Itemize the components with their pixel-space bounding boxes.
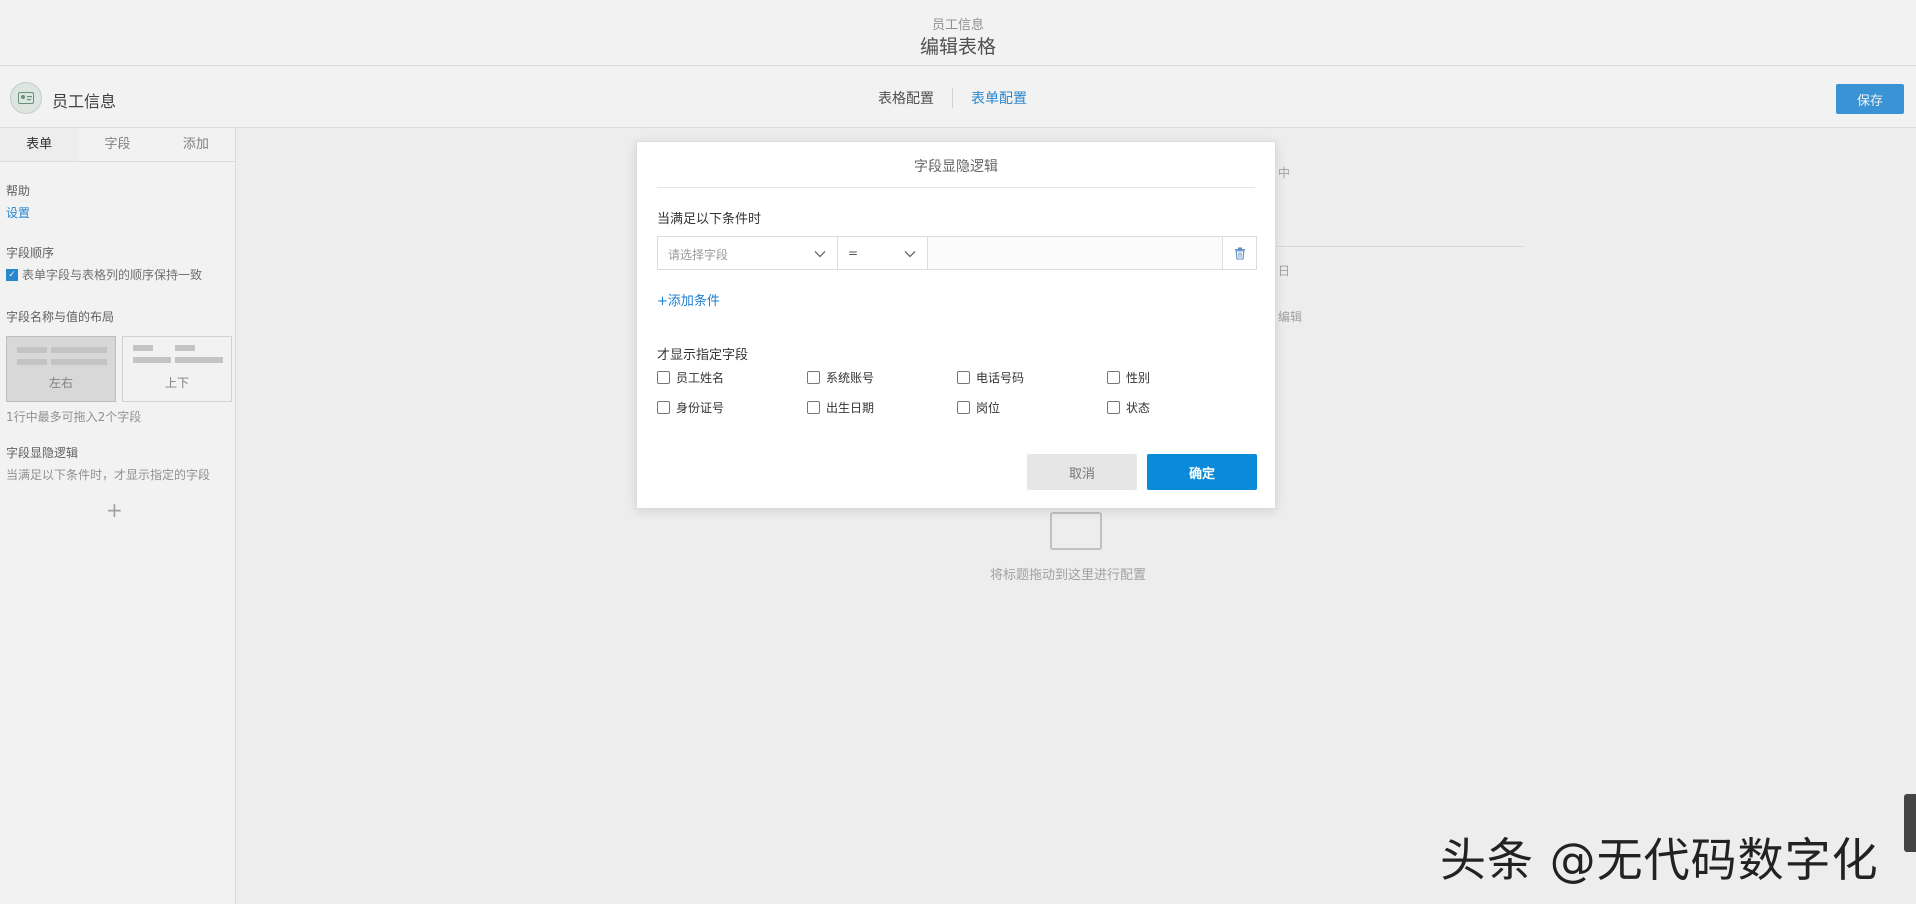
checkbox[interactable] [957,370,970,384]
checkbox[interactable] [1107,370,1120,384]
operator-select[interactable]: = [838,237,928,269]
field-option-label: 员工姓名 [676,370,725,385]
field-option-label: 出生日期 [826,400,875,415]
checkbox[interactable] [807,400,820,414]
watermark: 头条 @无代码数字化 [1440,833,1879,887]
field-option-gender[interactable]: 性别 [1107,368,1257,386]
dialog-title: 字段显隐逻辑 [657,156,1255,188]
field-option-label: 身份证号 [676,400,725,415]
operator-value: = [848,246,859,260]
field-select[interactable]: 请选择字段 [658,237,838,269]
fields-checkbox-grid: 员工姓名 系统账号 电话号码 性别 身份证号 出生日期 岗位 状态 [657,368,1257,416]
checkbox[interactable] [957,400,970,414]
field-select-placeholder: 请选择字段 [668,248,729,262]
confirm-button[interactable]: 确定 [1147,454,1257,490]
side-handle[interactable] [1904,794,1916,852]
chevron-down-icon [814,251,826,258]
chevron-down-icon [904,251,916,258]
field-option-system-account[interactable]: 系统账号 [807,368,957,386]
field-option-label: 状态 [1126,400,1151,415]
condition-section-label: 当满足以下条件时 [657,212,762,227]
checkbox[interactable] [1107,400,1120,414]
field-option-label: 性别 [1126,370,1151,385]
add-condition-link[interactable]: +添加条件 [657,290,720,309]
field-option-employee-name[interactable]: 员工姓名 [657,368,807,386]
checkbox[interactable] [657,400,670,414]
field-option-label: 系统账号 [826,370,875,385]
field-option-status[interactable]: 状态 [1107,398,1257,416]
field-option-label: 岗位 [976,400,1001,415]
trash-icon [1234,247,1245,260]
condition-value-input[interactable] [928,237,1223,269]
condition-row: 请选择字段 = [657,236,1257,270]
checkbox[interactable] [807,370,820,384]
field-option-birth-date[interactable]: 出生日期 [807,398,957,416]
cancel-button[interactable]: 取消 [1027,454,1137,490]
field-option-id-number[interactable]: 身份证号 [657,398,807,416]
field-option-phone[interactable]: 电话号码 [957,368,1107,386]
logic-dialog: 字段显隐逻辑 当满足以下条件时 请选择字段 = +添加条件 才显示指定字段 员工… [636,141,1276,509]
field-option-label: 电话号码 [976,370,1025,385]
delete-condition-button[interactable] [1223,237,1256,269]
checkbox[interactable] [657,370,670,384]
show-fields-label: 才显示指定字段 [657,348,749,363]
field-option-position[interactable]: 岗位 [957,398,1107,416]
